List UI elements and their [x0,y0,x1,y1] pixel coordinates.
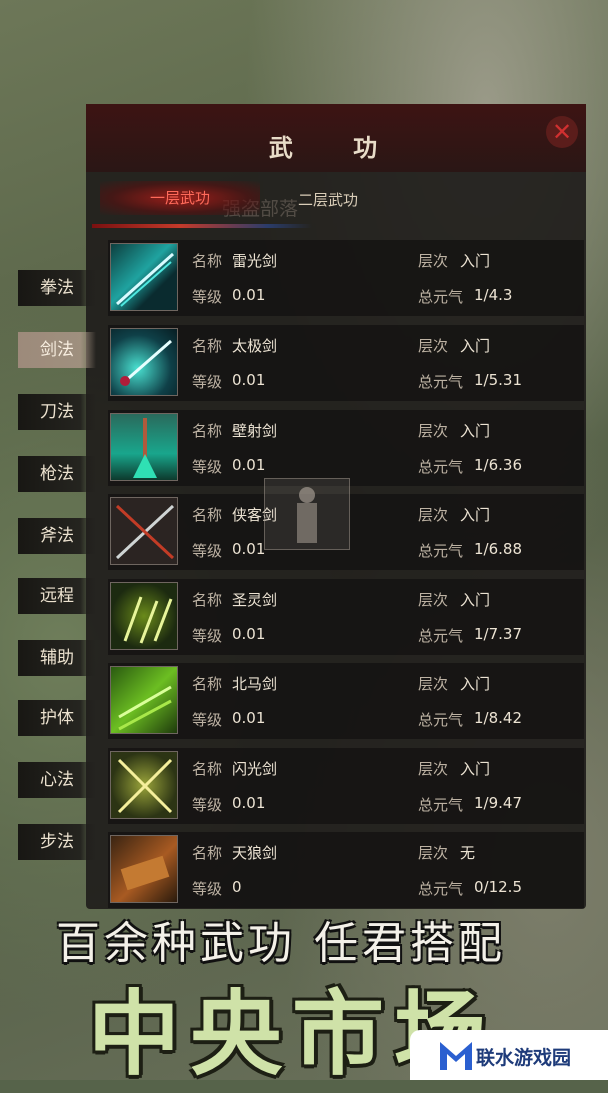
qi-label: 总元气 [418,373,464,391]
skill-qi: 1/8.42 [474,709,522,727]
skill-name: 北马剑 [232,675,278,693]
level-label: 等级 [192,373,223,391]
skill-level: 0 [232,878,242,896]
skill-name: 天狼剑 [232,844,278,862]
lightning-sword-icon [110,243,178,311]
name-label: 名称 [192,422,223,440]
qi-label: 总元气 [418,288,464,306]
sidebar-item-guard[interactable]: 护体 [18,700,96,736]
name-label: 名称 [192,337,223,355]
sidebar-item-ranged[interactable]: 远程 [18,578,96,614]
logo-text: 联水游戏园 [476,1047,572,1069]
skill-qi: 1/7.37 [474,625,522,643]
tier-label: 层次 [418,760,449,778]
skill-row[interactable]: 名称 壁射剑 等级 0.01 层次 入门 总元气 1/6.36 [108,410,584,486]
level-label: 等级 [192,711,223,729]
sidebar-item-footwork[interactable]: 步法 [18,824,96,860]
crossed-swords-icon [110,497,178,565]
name-label: 名称 [192,591,223,609]
close-button[interactable]: ✕ [546,116,578,148]
tab-layer-one[interactable]: 一层武功 [100,181,260,215]
skill-row[interactable]: 名称 圣灵剑 等级 0.01 层次 入门 总元气 1/7.37 [108,579,584,655]
name-label: 名称 [192,760,223,778]
skill-level: 0.01 [232,371,266,389]
skill-tier: 入门 [460,675,491,693]
sidebar-item-blade[interactable]: 刀法 [18,394,96,430]
taiji-sword-icon [110,328,178,396]
skill-qi: 1/4.3 [474,286,513,304]
tier-label: 层次 [418,422,449,440]
tab-underline [92,224,312,228]
level-label: 等级 [192,880,223,898]
skill-level: 0.01 [232,286,266,304]
qi-label: 总元气 [418,880,464,898]
skill-tier: 入门 [460,506,491,524]
skill-qi: 1/5.31 [474,371,522,389]
sidebar-item-sword[interactable]: 剑法 [18,332,96,368]
skill-row[interactable]: 名称 雷光剑 等级 0.01 层次 入门 总元气 1/4.3 [108,240,584,316]
skill-tier: 无 [460,844,476,862]
tier-label: 层次 [418,844,449,862]
sidebar-item-fist[interactable]: 拳法 [18,270,96,306]
flash-swords-icon [110,751,178,819]
watermark-logo: 联水游戏园 [410,1030,608,1080]
qi-label: 总元气 [418,711,464,729]
name-label: 名称 [192,675,223,693]
sidebar-item-support[interactable]: 辅助 [18,640,96,676]
green-blades-icon [110,666,178,734]
sidebar-item-mind[interactable]: 心法 [18,762,96,798]
skill-name: 闪光剑 [232,760,278,778]
qi-label: 总元气 [418,458,464,476]
skill-name: 壁射剑 [232,422,278,440]
skill-tier: 入门 [460,591,491,609]
level-label: 等级 [192,542,223,560]
skill-level: 0.01 [232,540,266,558]
skill-row[interactable]: 名称 太极剑 等级 0.01 层次 入门 总元气 1/5.31 [108,325,584,401]
character-figure [264,478,350,550]
m-logo-icon [440,1042,472,1070]
tab-layer-two[interactable]: 二层武功 [298,189,358,210]
skill-tier: 入门 [460,422,491,440]
tier-label: 层次 [418,506,449,524]
skill-row[interactable]: 名称 天狼剑 等级 0 层次 无 总元气 0/12.5 [108,832,584,908]
skill-name: 圣灵剑 [232,591,278,609]
tier-label: 层次 [418,337,449,355]
skill-qi: 1/6.88 [474,540,522,558]
skill-level: 0.01 [232,709,266,727]
panel-header: 武 功 ✕ [86,104,586,172]
skill-level: 0.01 [232,456,266,474]
qi-label: 总元气 [418,627,464,645]
level-label: 等级 [192,288,223,306]
skill-level: 0.01 [232,794,266,812]
skill-level: 0.01 [232,625,266,643]
qi-label: 总元气 [418,542,464,560]
qi-label: 总元气 [418,796,464,814]
spirit-daggers-icon [110,582,178,650]
skill-tier: 入门 [460,337,491,355]
skill-row[interactable]: 名称 北马剑 等级 0.01 层次 入门 总元气 1/8.42 [108,663,584,739]
tab-bar: 一层武功 二层武功 [86,179,586,227]
wolf-sword-icon [110,835,178,903]
sidebar-item-axe[interactable]: 斧法 [18,518,96,554]
tier-label: 层次 [418,591,449,609]
skill-qi: 0/12.5 [474,878,522,896]
skill-tier: 入门 [460,760,491,778]
skill-row[interactable]: 名称 闪光剑 等级 0.01 层次 入门 总元气 1/9.47 [108,748,584,824]
name-label: 名称 [192,506,223,524]
level-label: 等级 [192,627,223,645]
name-label: 名称 [192,844,223,862]
skill-name: 太极剑 [232,337,278,355]
level-label: 等级 [192,458,223,476]
name-label: 名称 [192,252,223,270]
level-label: 等级 [192,796,223,814]
wall-shot-sword-icon [110,413,178,481]
skill-qi: 1/6.36 [474,456,522,474]
skill-qi: 1/9.47 [474,794,522,812]
skill-tier: 入门 [460,252,491,270]
sidebar-item-spear[interactable]: 枪法 [18,456,96,492]
tier-label: 层次 [418,252,449,270]
tier-label: 层次 [418,675,449,693]
skill-name: 雷光剑 [232,252,278,270]
panel-title: 武 功 [268,134,404,162]
